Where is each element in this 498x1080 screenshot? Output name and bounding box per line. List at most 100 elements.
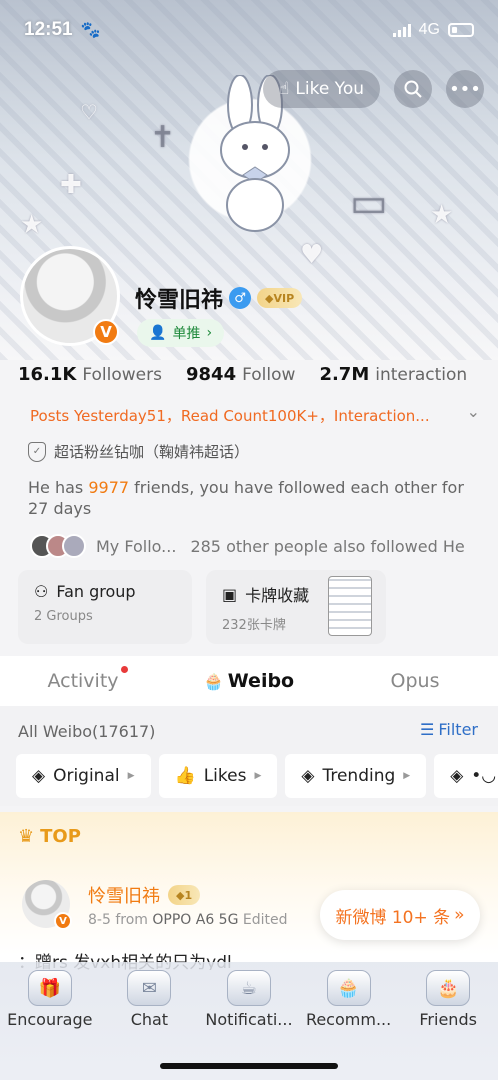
chip-label: Original <box>53 766 120 786</box>
gift-icon: 🎁 <box>27 970 72 1006</box>
nav-label: Chat <box>130 1010 169 1029</box>
cupcake-icon: 🧁 <box>326 970 371 1006</box>
vip-level-badge: ◆1 <box>168 885 201 905</box>
tab-label: Activity <box>47 670 119 692</box>
card-title: Fan group <box>56 582 136 601</box>
more-button[interactable]: ••• <box>446 70 484 108</box>
filter-icon: ☰ <box>420 720 435 739</box>
crown-icon: ♛ <box>18 826 35 847</box>
followers-stat[interactable]: 16.1K Followers <box>18 364 162 385</box>
stat-value: 16.1K <box>18 364 77 385</box>
post-author-row[interactable]: 怜雪旧祎 ◆1 <box>88 882 201 908</box>
layers-icon: ◈ <box>32 766 46 786</box>
top-label: ♛ TOP <box>18 826 81 847</box>
triangle-right-icon: ▶ <box>127 771 135 781</box>
card-thumbnail <box>328 576 372 636</box>
mutual-follow-row[interactable]: My Follo... 285 other people also follow… <box>30 534 465 558</box>
phone-icon: ▭ <box>350 180 388 226</box>
post-avatar[interactable]: V <box>22 880 72 930</box>
friends-info: He has 9977 friends, you have followed e… <box>28 477 476 519</box>
card-collection-card[interactable]: ▣ 卡牌收藏 232张卡牌 <box>206 570 386 644</box>
activity-summary[interactable]: Posts Yesterday51，Read Count100K+，Intera… <box>30 405 460 426</box>
avatar[interactable]: V <box>20 246 120 346</box>
stat-value: 2.7M <box>319 364 370 385</box>
verified-v-icon: V <box>54 912 72 930</box>
new-weibo-label: 新微博 10+ 条 <box>335 907 451 928</box>
tab-label: Opus <box>390 670 440 692</box>
gender-male-icon: ♂ <box>229 287 252 309</box>
push-tag-label: 单推 <box>172 326 201 342</box>
double-chevron-down-icon: » <box>454 905 465 925</box>
chip-more[interactable]: ◈ •◡ <box>434 754 498 798</box>
home-indicator[interactable] <box>160 1063 338 1069</box>
follow-stat[interactable]: 9844 Follow <box>186 364 295 385</box>
stat-label: Followers <box>82 365 162 385</box>
chip-original[interactable]: ◈ Original ▶ <box>16 754 151 798</box>
stat-value: 9844 <box>186 364 237 385</box>
profile-tabs: Activity 🧁 Weibo Opus <box>0 656 498 706</box>
like-you-button[interactable]: ☝ Like You <box>263 70 380 108</box>
vip-badge[interactable]: ◆ VIP <box>257 288 303 308</box>
post-author-name: 怜雪旧祎 <box>88 886 160 907</box>
status-time: 12:51 <box>24 19 73 40</box>
nav-friends[interactable]: 🎂 Friends <box>398 970 498 1080</box>
triangle-right-icon: ▶ <box>403 771 411 781</box>
star-icon: ★ <box>20 210 44 240</box>
chip-label: •◡ <box>471 766 497 786</box>
people-icon: ⚇ <box>34 582 49 601</box>
header-actions: ☝ Like You ••• <box>263 70 484 108</box>
cross-icon: ✝ <box>150 120 176 155</box>
nav-label: Recomm... <box>305 1010 392 1029</box>
nav-label: Notificati... <box>205 1010 293 1029</box>
nav-label: Encourage <box>7 1010 93 1029</box>
more-icon: ••• <box>449 78 481 100</box>
all-weibo-count: All Weibo(17617) <box>18 722 156 741</box>
search-button[interactable] <box>394 70 432 108</box>
chip-label: Likes <box>203 766 247 786</box>
triangle-right-icon: ▶ <box>254 771 262 781</box>
star-icon: ★ <box>430 200 454 230</box>
mutual-label: My Follo... <box>96 536 177 556</box>
star-icon: ✚ <box>60 170 82 200</box>
super-topic-row[interactable]: ✓ 超话粉丝钻咖（鞠婧祎超话） <box>28 441 249 462</box>
chip-label: Trending <box>322 766 396 786</box>
card-subtitle: 2 Groups <box>34 609 93 624</box>
feed-chips: ◈ Original ▶ 👍 Likes ▶ ◈ Trending ▶ ◈ •◡ <box>16 754 498 798</box>
nav-label: Friends <box>419 1010 477 1029</box>
chip-likes[interactable]: 👍 Likes ▶ <box>158 754 278 798</box>
fan-group-card[interactable]: ⚇ Fan group 2 Groups <box>18 570 192 644</box>
search-icon <box>404 80 422 98</box>
chevron-down-icon[interactable]: ⌄ <box>467 402 480 421</box>
interaction-stat[interactable]: 2.7M interaction <box>319 364 467 385</box>
card-title: 卡牌收藏 <box>245 586 310 605</box>
feed-toolbar: All Weibo(17617) ☰ Filter ◈ Original ▶ 👍 Lik… <box>0 706 498 806</box>
like-you-label: Like You <box>295 79 364 99</box>
mutual-avatars <box>30 534 86 558</box>
push-tag-button[interactable]: 👤 单推 › <box>137 319 225 347</box>
nav-encourage[interactable]: 🎁 Encourage <box>0 970 100 1080</box>
post-meta: 8-5 from OPPO A6 5G Edited <box>88 912 288 928</box>
chevron-right-icon: › <box>206 325 213 341</box>
tab-opus[interactable]: Opus <box>332 670 498 692</box>
battery-icon <box>448 23 474 37</box>
tab-weibo[interactable]: 🧁 Weibo <box>166 670 332 692</box>
tab-label: Weibo <box>227 670 295 692</box>
chat-icon: ✉ <box>127 970 172 1006</box>
status-bar: 12:51 🐾 4G <box>0 0 498 60</box>
mutual-text: 285 other people also followed He <box>190 536 465 556</box>
friends-count[interactable]: 9977 <box>88 478 129 497</box>
profile-name: 怜雪旧祎 <box>135 288 224 313</box>
heart-icon: ♡ <box>80 100 98 124</box>
tab-activity[interactable]: Activity <box>0 666 166 692</box>
top-text: TOP <box>40 826 81 847</box>
stat-label: interaction <box>375 365 468 385</box>
profile-stats: 16.1K Followers 9844 Follow 2.7M interactio… <box>18 364 467 385</box>
post-date: 8-5 <box>88 912 111 928</box>
profile-name-row: 怜雪旧祎 ♂ ◆ VIP <box>135 282 303 314</box>
network-type: 4G <box>418 21 440 38</box>
person-icon: 👤 <box>149 325 167 341</box>
avatar <box>62 534 86 558</box>
new-weibo-button[interactable]: 新微博 10+ 条» <box>320 890 480 940</box>
filter-button[interactable]: ☰ Filter <box>420 720 478 739</box>
chip-trending[interactable]: ◈ Trending ▶ <box>285 754 427 798</box>
